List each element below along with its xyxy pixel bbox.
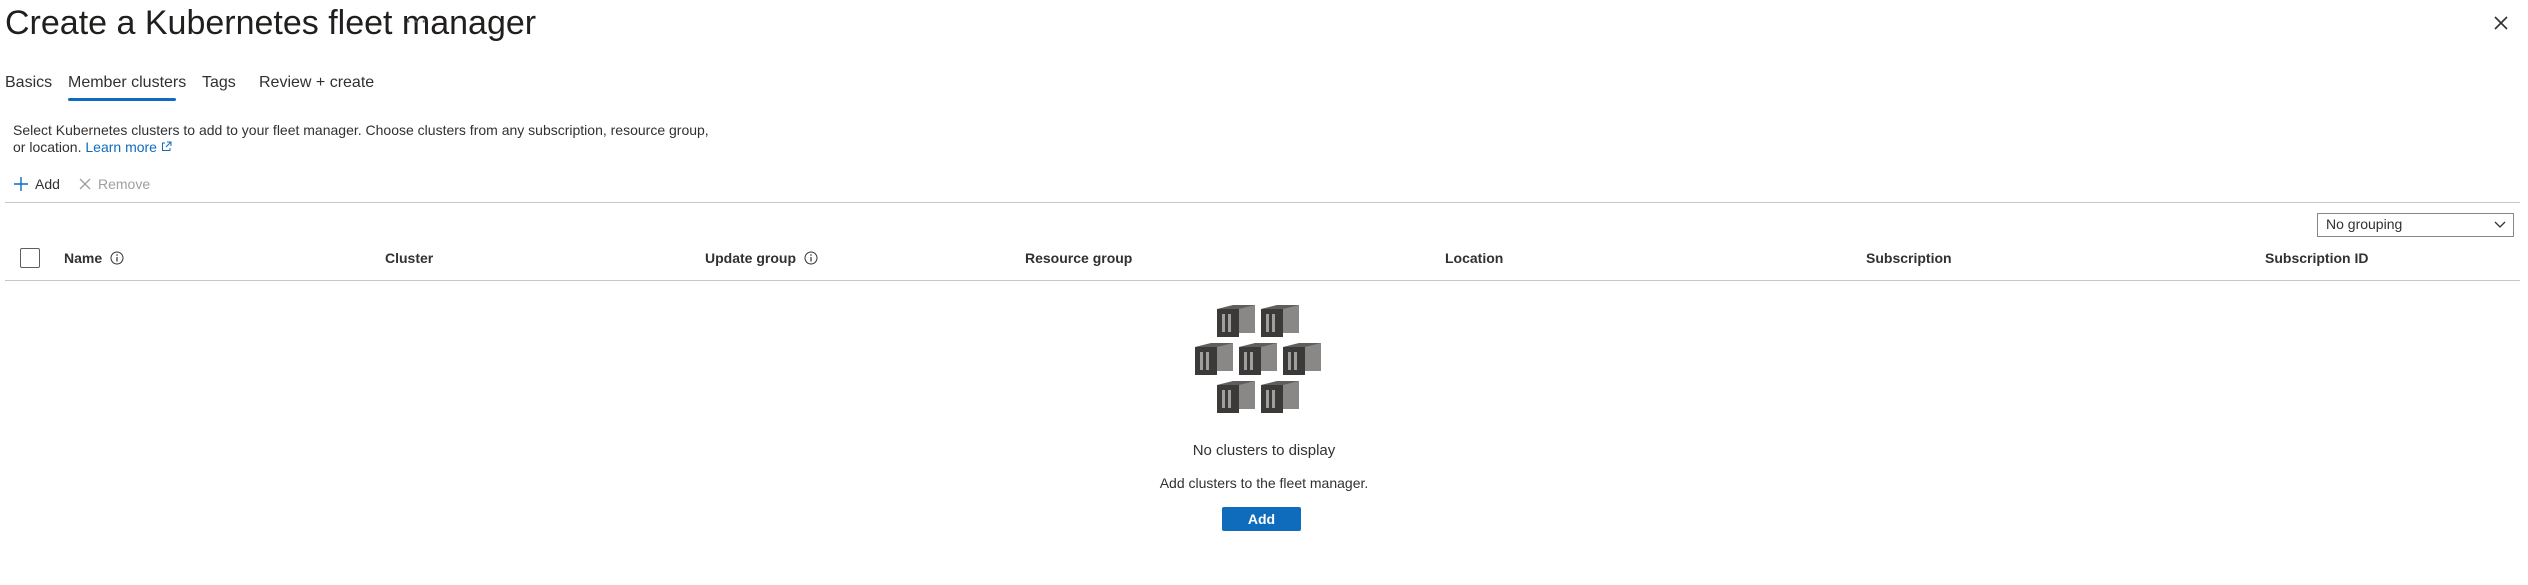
add-button[interactable]: Add [13,176,60,192]
column-header-name[interactable]: Name [64,250,124,266]
close-button[interactable] [2488,10,2514,36]
learn-more-link[interactable]: Learn more [85,139,172,155]
grouping-value: No grouping [2326,216,2403,232]
empty-state-subtitle: Add clusters to the fleet manager. [1159,475,1369,491]
plus-icon [14,177,28,191]
remove-button[interactable]: Remove [78,176,150,192]
table-header-divider [5,280,2520,281]
description: Select Kubernetes clusters to add to you… [13,122,713,156]
column-label: Location [1445,250,1504,266]
column-header-resource-group[interactable]: Resource group [1025,250,1132,266]
page-title: Create a Kubernetes fleet manager [5,4,537,42]
column-header-update-group[interactable]: Update group [705,250,818,266]
column-label: Subscription [1866,250,1952,266]
column-label: Resource group [1025,250,1133,266]
column-header-subscription-id[interactable]: Subscription ID [2265,250,2368,266]
info-icon[interactable] [110,251,124,265]
info-icon[interactable] [804,251,818,265]
tab-member-clusters[interactable]: Member clusters [68,74,186,92]
column-header-subscription[interactable]: Subscription [1866,250,1952,266]
select-all-checkbox[interactable] [20,248,40,268]
column-header-location[interactable]: Location [1445,250,1503,266]
tab-review-create[interactable]: Review + create [259,74,374,92]
close-icon [79,178,91,190]
chevron-down-icon [2494,221,2506,228]
column-label: Update group [705,250,796,266]
kubernetes-clusters-icon [1195,305,1321,413]
column-label: Name [64,250,103,266]
toolbar-divider [5,202,2520,203]
tab-basics[interactable]: Basics [5,74,52,92]
active-tab-indicator [68,98,176,101]
learn-more-label: Learn more [85,139,157,155]
tab-tags[interactable]: Tags [202,74,236,92]
column-label: Cluster [385,250,434,266]
add-clusters-button[interactable]: Add [1222,507,1301,531]
more-options-button[interactable]: ··· [405,10,428,33]
empty-state-title: No clusters to display [1192,442,1336,459]
external-link-icon [161,141,172,151]
grouping-dropdown[interactable]: No grouping [2317,213,2514,237]
close-icon [2494,16,2508,30]
remove-label: Remove [98,176,151,192]
add-label: Add [35,176,60,192]
column-label: Subscription ID [2265,250,2369,266]
column-header-cluster[interactable]: Cluster [385,250,433,266]
